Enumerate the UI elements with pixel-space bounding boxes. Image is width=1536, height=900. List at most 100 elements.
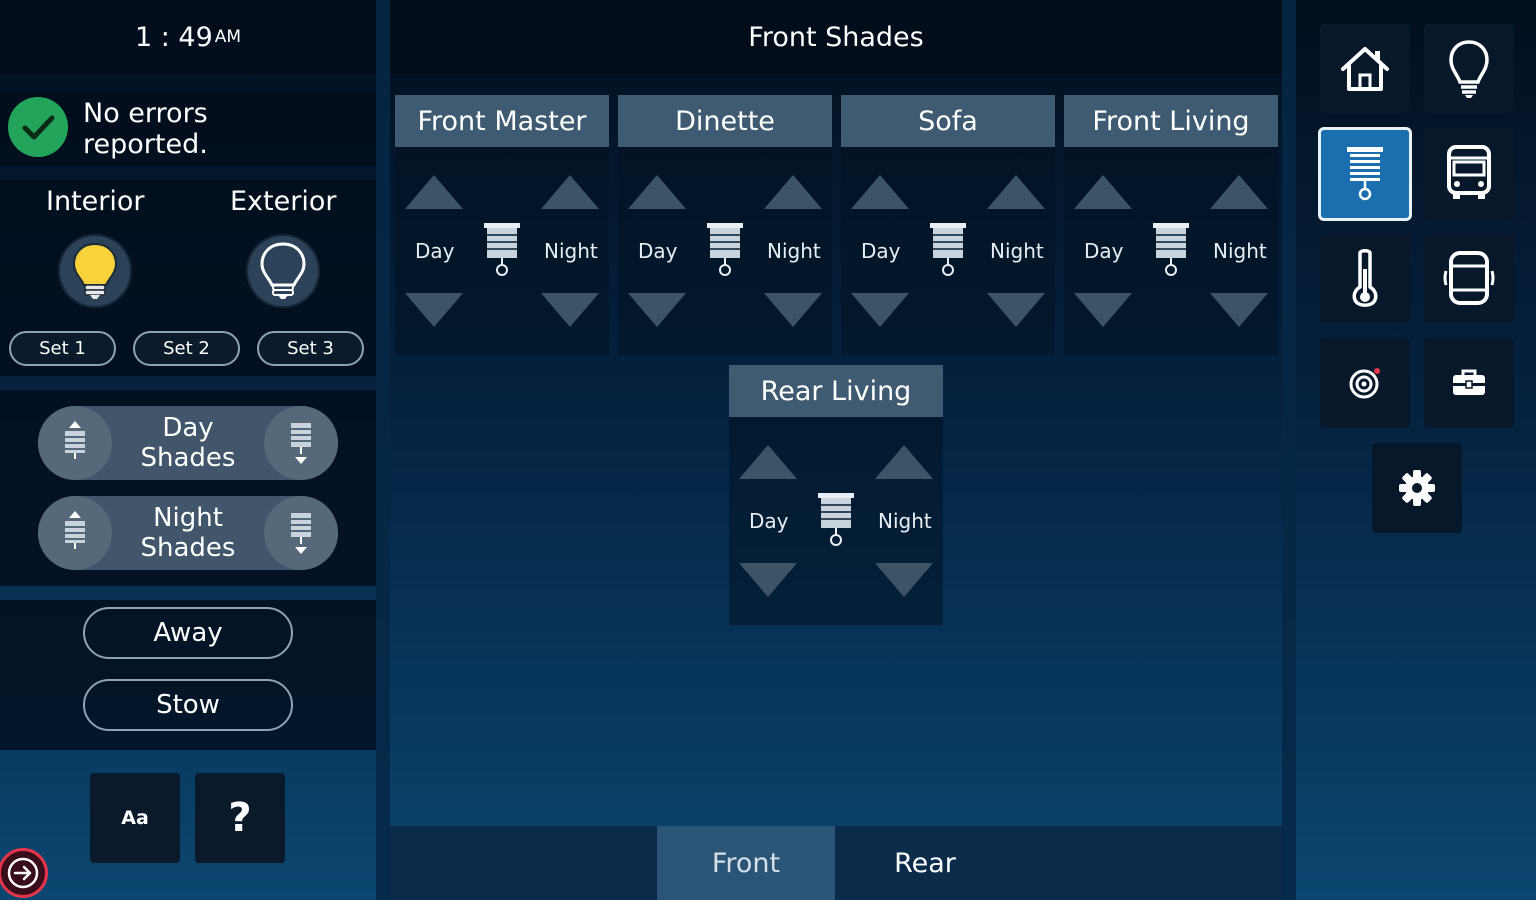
nav-lights-button[interactable]: [1424, 24, 1514, 114]
clock-ampm: AM: [214, 27, 242, 47]
day-shades-down-button[interactable]: [264, 406, 338, 480]
night-up-button[interactable]: [1210, 175, 1268, 209]
tab-rear[interactable]: Rear: [836, 826, 1014, 900]
tab-front[interactable]: Front: [657, 826, 835, 900]
shade-card-body: Day Night: [395, 147, 609, 355]
nav-climate-button[interactable]: [1320, 233, 1410, 323]
shade-up-icon: [65, 511, 85, 549]
nav-settings-button[interactable]: [1372, 443, 1462, 533]
night-down-button[interactable]: [987, 293, 1045, 327]
status-message: No errors reported.: [83, 98, 208, 160]
night-shades-up-button[interactable]: [38, 496, 112, 570]
day-label: Day: [415, 239, 455, 263]
gear-icon: [1399, 470, 1435, 506]
window-shade-icon: [930, 223, 966, 276]
nav-target-button[interactable]: [1320, 338, 1410, 428]
shade-card-title: Rear Living: [729, 365, 943, 417]
night-down-button[interactable]: [875, 563, 933, 597]
nav-toolbox-button[interactable]: [1424, 338, 1514, 428]
shade-card-title: Front Master: [395, 95, 609, 147]
night-shades-label: Night Shades: [112, 496, 264, 570]
shade-down-icon: [291, 423, 311, 464]
nav-shades-button[interactable]: [1318, 127, 1412, 221]
shade-card-rear-living: Rear Living Day Night: [729, 365, 943, 625]
arrow-right-circle-icon: [7, 857, 39, 889]
night-label: Night: [1213, 239, 1267, 263]
shade-up-icon: [65, 421, 85, 459]
day-up-button[interactable]: [628, 175, 686, 209]
day-label: Day: [638, 239, 678, 263]
clock: 1 : 49 AM: [0, 0, 376, 74]
day-shades-up-button[interactable]: [38, 406, 112, 480]
home-icon: [1341, 47, 1389, 91]
shade-card-body: Day Night: [618, 147, 832, 355]
light-set-2-button[interactable]: Set 2: [133, 331, 240, 366]
day-up-button[interactable]: [405, 175, 463, 209]
help-button[interactable]: ?: [195, 773, 285, 863]
night-shades-label-line-2: Shades: [140, 533, 236, 563]
day-shades-control: Day Shades: [38, 406, 338, 480]
night-up-button[interactable]: [764, 175, 822, 209]
shade-icon: [1347, 147, 1383, 201]
left-divider: [376, 0, 390, 900]
slideout-icon: [1443, 251, 1495, 305]
day-down-button[interactable]: [405, 293, 463, 327]
interior-label: Interior: [46, 186, 145, 217]
shade-card-sofa: Sofa Day Night: [841, 95, 1055, 355]
shade-card-title: Front Living: [1064, 95, 1278, 147]
light-set-3-button[interactable]: Set 3: [257, 331, 364, 366]
day-shades-label: Day Shades: [112, 406, 264, 480]
shade-card-front-living: Front Living Day Night: [1064, 95, 1278, 355]
shade-card-body: Day Night: [1064, 147, 1278, 355]
shade-card-body: Day Night: [729, 417, 943, 625]
day-down-button[interactable]: [628, 293, 686, 327]
interior-light-button[interactable]: [58, 234, 132, 308]
window-shade-icon: [1153, 223, 1189, 276]
day-up-button[interactable]: [1074, 175, 1132, 209]
window-shade-icon: [818, 493, 854, 546]
shade-down-icon: [291, 513, 311, 554]
font-size-button[interactable]: Aa: [90, 773, 180, 863]
nav-slideout-button[interactable]: [1424, 233, 1514, 323]
day-up-button[interactable]: [739, 445, 797, 479]
clock-time: 1 : 49: [134, 21, 213, 53]
night-up-button[interactable]: [987, 175, 1045, 209]
status-line-2: reported.: [83, 129, 208, 160]
nav-home-button[interactable]: [1320, 24, 1410, 114]
vehicle-icon: [1447, 145, 1491, 199]
night-up-button[interactable]: [541, 175, 599, 209]
help-label: ?: [228, 795, 252, 841]
thermometer-icon: [1352, 249, 1378, 307]
lightbulb-on-icon: [72, 242, 118, 299]
nav-vehicle-button[interactable]: [1424, 128, 1514, 218]
night-down-button[interactable]: [764, 293, 822, 327]
exterior-label: Exterior: [230, 186, 337, 217]
day-shades-label-line-1: Day: [162, 413, 214, 443]
window-shade-icon: [484, 223, 520, 276]
day-down-button[interactable]: [1074, 293, 1132, 327]
light-set-1-button[interactable]: Set 1: [9, 331, 116, 366]
away-button[interactable]: Away: [83, 607, 293, 659]
lightbulb-icon: [1449, 40, 1489, 98]
right-divider: [1282, 0, 1296, 900]
night-down-button[interactable]: [1210, 293, 1268, 327]
day-down-button[interactable]: [851, 293, 909, 327]
stow-button[interactable]: Stow: [83, 679, 293, 731]
night-down-button[interactable]: [541, 293, 599, 327]
shade-card-title: Dinette: [618, 95, 832, 147]
day-label: Day: [749, 509, 789, 533]
shade-card-body: Day Night: [841, 147, 1055, 355]
status-ok-icon: [8, 97, 68, 157]
toolbox-icon: [1453, 369, 1485, 395]
day-down-button[interactable]: [739, 563, 797, 597]
day-label: Day: [1084, 239, 1124, 263]
day-label: Day: [861, 239, 901, 263]
exit-button[interactable]: [0, 848, 48, 898]
night-up-button[interactable]: [875, 445, 933, 479]
night-shades-down-button[interactable]: [264, 496, 338, 570]
font-size-label: Aa: [121, 807, 149, 829]
page-header: Front Shades: [390, 0, 1282, 74]
target-icon: [1349, 368, 1380, 399]
day-up-button[interactable]: [851, 175, 909, 209]
exterior-light-button[interactable]: [246, 234, 320, 308]
